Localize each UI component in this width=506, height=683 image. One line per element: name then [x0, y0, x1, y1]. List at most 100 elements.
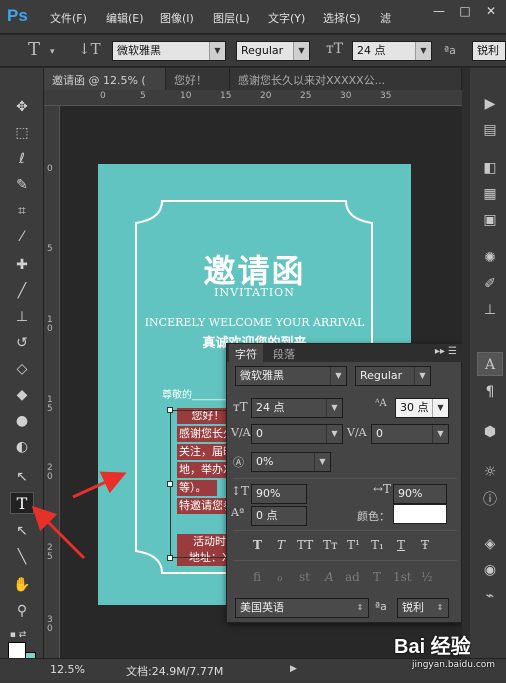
color-label: 颜色： — [357, 510, 390, 523]
character-panel-icon[interactable]: A — [477, 352, 503, 376]
ordinals-button[interactable]: 1st — [393, 570, 412, 584]
menu-bar: Ps 文件(F) 编辑(E) 图像(I) 图层(L) 文字(Y) 选择(S) 滤… — [0, 0, 506, 34]
panel-menu-icon[interactable]: ▸▸ ☰ — [435, 346, 457, 357]
info-icon[interactable]: ⓘ — [477, 488, 503, 512]
panel-antialias-select[interactable]: 锐利 ⇕ — [397, 598, 449, 618]
font-size-icon: ᴛT — [326, 41, 344, 57]
zoom-tool-icon[interactable]: ⚲ — [10, 600, 34, 622]
underline-button[interactable]: T — [397, 538, 405, 552]
brush-icon[interactable]: ✐ — [477, 272, 503, 296]
minimize-button[interactable]: — — [430, 4, 448, 18]
fractions-button[interactable]: ½ — [421, 570, 433, 584]
pen-tool-icon[interactable]: ↖ — [10, 466, 34, 488]
paint-bucket-tool-icon[interactable]: ◆ — [10, 384, 34, 406]
discretionary-ligatures-button[interactable]: st — [299, 570, 310, 584]
channels-icon[interactable]: ◉ — [477, 558, 503, 582]
chevron-down-icon[interactable]: ▾ — [50, 47, 55, 57]
watermark-url: jingyan.baidu.com — [412, 660, 496, 670]
healing-brush-tool-icon[interactable]: ✚ — [10, 254, 34, 276]
menu-select[interactable]: 选择(S) — [323, 10, 361, 26]
panel-vertical-scale-field[interactable]: 90% — [251, 484, 307, 504]
zoom-level[interactable]: 12.5% — [50, 663, 85, 676]
tab-character[interactable]: 字符 — [229, 344, 263, 362]
brush-tool-icon[interactable]: ╱ — [10, 280, 34, 302]
clone-source-icon[interactable]: ⊥ — [477, 298, 503, 322]
eyedropper-tool-icon[interactable]: ⁄ — [10, 226, 34, 248]
vertical-scale-icon: ↕T — [231, 484, 250, 498]
menu-filter[interactable]: 滤 — [380, 10, 391, 26]
panel-baseline-shift-field[interactable]: 0 点 — [251, 506, 307, 526]
contextual-alternates-button[interactable]: ℴ — [277, 570, 283, 584]
font-size-select[interactable]: 24 点 ▼ — [352, 41, 432, 61]
tab-greeting[interactable]: 您好！ — [166, 68, 230, 90]
lasso-tool-icon[interactable]: ℓ — [10, 148, 34, 170]
language-select[interactable]: 美国英语 ⇕ — [235, 598, 369, 618]
subscript-button[interactable]: T₁ — [371, 538, 384, 552]
3d-icon[interactable]: ⬢ — [477, 420, 503, 444]
eraser-tool-icon[interactable]: ◇ — [10, 358, 34, 380]
type-tool-preset-icon[interactable]: T — [28, 39, 40, 60]
dodge-tool-icon[interactable]: ◐ — [10, 436, 34, 458]
clone-stamp-tool-icon[interactable]: ⊥ — [10, 306, 34, 328]
faux-italic-button[interactable]: T — [277, 538, 285, 552]
panel-vertical-shift-field[interactable]: 0% ▼ — [251, 452, 331, 472]
crop-tool-icon[interactable]: ⌗ — [10, 200, 34, 222]
swatches-icon[interactable]: ▦ — [477, 182, 503, 206]
menu-image[interactable]: 图像(I) — [160, 10, 194, 26]
maximize-button[interactable]: □ — [456, 4, 474, 18]
paragraph-panel-icon[interactable]: ¶ — [477, 380, 503, 404]
chevron-down-icon: ▼ — [314, 453, 330, 471]
faux-bold-button[interactable]: T — [253, 538, 262, 552]
panel-font-family-select[interactable]: 微软雅黑 ▼ — [235, 366, 347, 386]
divider — [233, 560, 457, 561]
all-caps-button[interactable]: TT — [297, 538, 313, 552]
menu-type[interactable]: 文字(Y) — [268, 10, 305, 26]
layers-icon[interactable]: ◈ — [477, 532, 503, 556]
color-icon[interactable]: ◧ — [477, 156, 503, 180]
superscript-button[interactable]: T¹ — [347, 538, 360, 552]
swash-button[interactable]: A — [325, 570, 334, 584]
paths-icon[interactable]: ⌁ — [477, 584, 503, 608]
play-icon[interactable]: ▶ — [477, 92, 503, 116]
quick-select-tool-icon[interactable]: ✎ — [10, 174, 34, 196]
panel-font-size-field[interactable]: 24 点 ▼ — [251, 398, 343, 418]
menu-layer[interactable]: 图层(L) — [213, 10, 250, 26]
history-brush-tool-icon[interactable]: ↺ — [10, 332, 34, 354]
tools-panel: ✥ ⬚ ℓ ✎ ⌗ ⁄ ✚ ╱ ⊥ ↺ ◇ ◆ ● ◐ ↖ T ↖ ╲ ✋ ⚲ … — [0, 68, 44, 658]
panel-leading-field[interactable]: 30 点 ▼ — [395, 398, 449, 418]
panel-horizontal-scale-field[interactable]: 90% — [393, 484, 447, 504]
titling-alternates-button[interactable]: T — [373, 570, 381, 584]
menu-edit[interactable]: 编辑(E) — [106, 10, 144, 26]
baidu-watermark: Bai 经验 — [394, 636, 471, 658]
tab-thanks[interactable]: 感谢您长久以来对XXXXX公... — [230, 68, 462, 90]
panel-kerning-field[interactable]: 0 ▼ — [251, 424, 343, 444]
window-controls: — □ ✕ — [430, 4, 500, 18]
blur-tool-icon[interactable]: ● — [10, 410, 34, 432]
small-caps-button[interactable]: Tт — [323, 538, 338, 552]
tab-invitation[interactable]: 邀请函 @ 12.5% ( — [44, 68, 166, 90]
styles-icon[interactable]: ▣ — [477, 208, 503, 232]
move-tool-icon[interactable]: ✥ — [10, 96, 34, 118]
antialias-select[interactable]: 锐利 — [472, 41, 506, 61]
chevron-updown-icon: ⇕ — [356, 603, 364, 612]
brush-presets-icon[interactable]: ✺ — [477, 246, 503, 270]
text-orientation-icon[interactable]: ↓T — [78, 40, 101, 58]
character-panel: 字符 段落 ▸▸ ☰ 微软雅黑 ▼ Regular ▼ ᴛT 24 点 ▼ ᴬA 30… — [226, 343, 463, 623]
history-icon[interactable]: ▤ — [477, 118, 503, 142]
status-arrow-icon[interactable]: ▶ — [290, 664, 297, 674]
strikethrough-button[interactable]: Ŧ — [421, 538, 429, 552]
font-style-select[interactable]: Regular ▼ — [236, 41, 310, 61]
stylistic-alternates-button[interactable]: ad — [345, 570, 360, 584]
text-color-swatch[interactable] — [393, 504, 447, 524]
menu-file[interactable]: 文件(F) — [50, 10, 87, 26]
tab-paragraph[interactable]: 段落 — [267, 344, 301, 362]
font-family-select[interactable]: 微软雅黑 ▼ — [112, 41, 226, 61]
panel-font-style-select[interactable]: Regular ▼ — [355, 366, 431, 386]
ligatures-button[interactable]: fi — [253, 570, 261, 584]
close-button[interactable]: ✕ — [482, 4, 500, 18]
marquee-tool-icon[interactable]: ⬚ — [10, 122, 34, 144]
panel-tracking-field[interactable]: 0 ▼ — [371, 424, 449, 444]
adjustments-icon[interactable]: ☼ — [477, 460, 503, 484]
hand-tool-icon[interactable]: ✋ — [10, 574, 34, 596]
divider — [233, 530, 457, 531]
